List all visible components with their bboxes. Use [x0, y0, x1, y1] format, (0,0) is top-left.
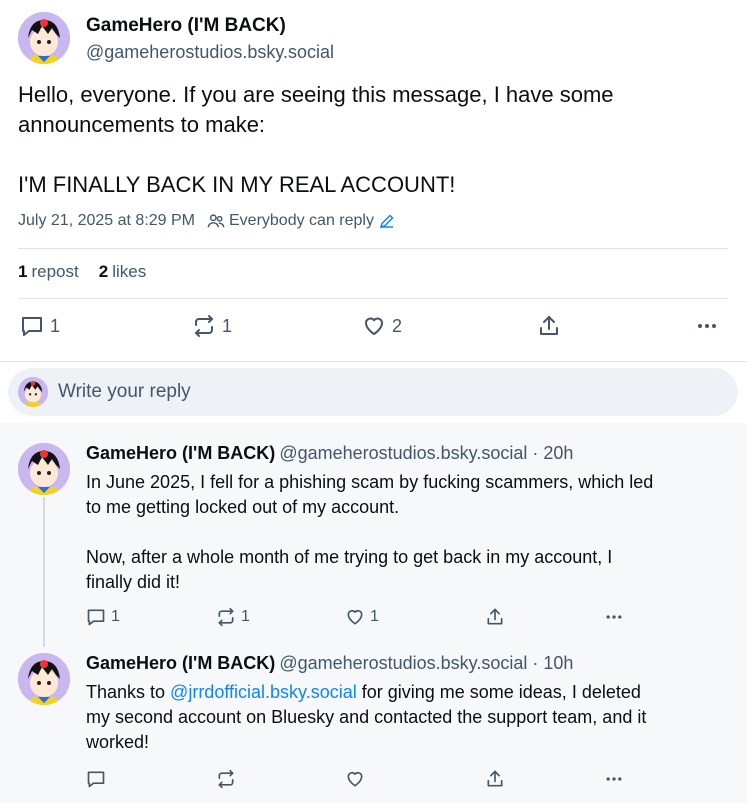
reply-author-handle[interactable]: @gameherostudios.bsky.social · 20h [279, 443, 573, 463]
reply-button[interactable]: 1 [86, 607, 120, 627]
reply-text: In June 2025, I fell for a phishing scam… [86, 470, 726, 595]
repost-count: 1 [222, 315, 233, 336]
post-text-line: announcements to make: [18, 112, 266, 137]
repost-icon [195, 315, 213, 337]
divider [18, 248, 728, 249]
reply-text-segment: Thanks to [86, 682, 171, 702]
share-button[interactable] [485, 607, 505, 627]
reply-text-line: Now, after a whole month of me trying to… [86, 547, 613, 567]
reply-text-line: to me getting locked out of my account. [86, 497, 400, 517]
reply-author-handle[interactable]: @gameherostudios.bsky.social · 10h [279, 653, 573, 673]
mention-link[interactable]: @jrrdofficial.bsky.social [170, 682, 357, 702]
like-icon [347, 609, 363, 625]
reply-text-line: Thanks to @jrrdofficial.bsky.social for … [86, 680, 726, 705]
like-icon [365, 317, 383, 335]
reply-avatar[interactable] [18, 653, 70, 705]
composer-avatar [18, 377, 48, 407]
repost-button[interactable]: 1 [192, 314, 232, 338]
post-meta: July 21, 2025 at 8:29 PM Everybody can r… [18, 212, 395, 230]
reposts-number: 1 [18, 262, 28, 281]
like-button[interactable]: 2 [362, 314, 402, 338]
reposts-label: repost [31, 262, 79, 281]
thread-connector [43, 497, 45, 647]
author-avatar[interactable] [18, 12, 70, 64]
reply-header: GameHero (I'M BACK) @gameherostudios.bsky… [86, 443, 573, 464]
post-text-line: Hello, everyone. If you are seeing this … [18, 82, 614, 107]
likes-number: 2 [98, 262, 109, 281]
reposts-stat[interactable]: 1 repost [18, 262, 79, 282]
share-icon [487, 770, 503, 787]
reply-count: 1 [111, 608, 120, 625]
reply-setting[interactable]: Everybody can reply [229, 212, 374, 230]
post-text-line: I'M FINALLY BACK IN MY REAL ACCOUNT! [18, 172, 456, 197]
reply-icon [87, 609, 105, 626]
repost-icon [218, 607, 234, 627]
share-button[interactable] [485, 769, 505, 789]
more-button[interactable] [604, 769, 624, 789]
reply-icon [87, 771, 105, 788]
like-icon [347, 771, 363, 787]
more-button[interactable] [695, 314, 719, 338]
like-button[interactable] [345, 769, 365, 789]
post-header: GameHero (I'M BACK) @gameherostudios.bsk… [18, 12, 738, 64]
reply-count: 1 [50, 315, 61, 336]
more-icon [606, 615, 622, 619]
reply-author-name[interactable]: GameHero (I'M BACK) [86, 653, 275, 673]
reply-icon [22, 317, 42, 336]
reply-text-line: my second account on Bluesky and contact… [86, 707, 647, 727]
repost-count: 1 [241, 608, 250, 625]
likes-stat[interactable]: 2 likes [99, 262, 146, 282]
people-icon [207, 212, 225, 230]
reply-text: Thanks to @jrrdofficial.bsky.social for … [86, 680, 726, 755]
post-timestamp[interactable]: July 21, 2025 at 8:29 PM [18, 212, 195, 230]
share-icon [540, 316, 558, 335]
pencil-icon[interactable] [379, 213, 395, 229]
reply-text-line: worked! [86, 732, 150, 752]
reply-text-line: In June 2025, I fell for a phishing scam… [86, 472, 654, 492]
more-icon [698, 324, 716, 328]
like-count: 1 [370, 608, 379, 625]
reply-text-segment: for giving me some ideas, I deleted [356, 682, 641, 702]
repost-icon [218, 769, 234, 789]
divider [18, 298, 728, 299]
like-button[interactable]: 1 [345, 607, 379, 627]
author-name[interactable]: GameHero (I'M BACK) [86, 15, 286, 37]
reply-button[interactable] [86, 769, 106, 789]
post-stats: 1 repost 2 likes [18, 262, 166, 282]
share-button[interactable] [537, 314, 561, 338]
more-button[interactable] [604, 607, 624, 627]
post-text: Hello, everyone. If you are seeing this … [18, 80, 728, 200]
share-icon [487, 608, 503, 625]
reply-composer[interactable]: Write your reply [8, 368, 738, 416]
author-handle[interactable]: @gameherostudios.bsky.social [86, 42, 334, 63]
repost-button[interactable]: 1 [216, 607, 250, 627]
more-icon [606, 777, 622, 781]
reply-button[interactable]: 1 [20, 314, 60, 338]
reply-placeholder: Write your reply [58, 381, 191, 402]
like-count: 2 [392, 315, 403, 336]
reply-avatar[interactable] [18, 443, 70, 495]
reply-text-line: finally did it! [86, 572, 181, 592]
reply-header: GameHero (I'M BACK) @gameherostudios.bsky… [86, 653, 573, 674]
repost-button[interactable] [216, 769, 236, 789]
reply-author-name[interactable]: GameHero (I'M BACK) [86, 443, 275, 463]
divider [0, 361, 747, 362]
likes-label: likes [112, 262, 147, 281]
